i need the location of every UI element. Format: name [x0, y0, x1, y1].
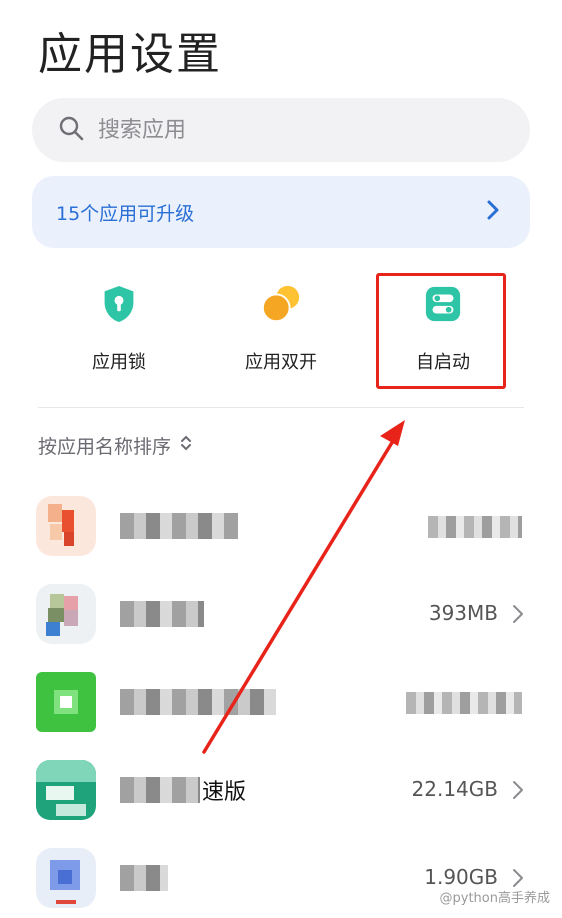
app-name: [120, 601, 204, 627]
app-size: 22.14GB: [411, 777, 498, 801]
watermark: @python高手养成: [439, 891, 550, 906]
app-list-item[interactable]: 393MB: [0, 574, 562, 654]
search-icon: [58, 115, 84, 145]
app-size: 393MB: [428, 601, 498, 625]
shortcut-auto-start[interactable]: 自启动: [378, 282, 508, 374]
upgrade-banner[interactable]: 15个应用可升级: [32, 176, 530, 248]
shield-lock-icon: [97, 282, 141, 326]
sort-updown-icon: [171, 434, 193, 457]
app-icon: [36, 848, 96, 908]
search-input[interactable]: [96, 116, 480, 144]
app-list-item[interactable]: [0, 486, 562, 566]
chevron-right-icon: [512, 604, 524, 628]
app-name: [120, 689, 276, 715]
app-icon: [36, 584, 96, 644]
shortcut-app-lock[interactable]: 应用锁: [54, 282, 184, 374]
app-name: [120, 513, 238, 539]
shortcut-label: 应用锁: [92, 352, 146, 373]
app-icon: [36, 496, 96, 556]
app-name: [120, 777, 200, 803]
app-list-item[interactable]: 速版 22.14GB: [0, 750, 562, 830]
sort-label: 按应用名称排序: [38, 436, 172, 458]
chevron-right-icon: [486, 199, 500, 225]
shortcut-label: 自启动: [416, 352, 470, 373]
sort-toggle[interactable]: 按应用名称排序: [38, 432, 193, 459]
shortcut-dual-apps[interactable]: 应用双开: [216, 282, 346, 374]
app-name: [120, 865, 168, 891]
app-size: [406, 692, 522, 714]
search-bar[interactable]: [32, 98, 530, 162]
app-size: 1.90GB: [424, 865, 498, 889]
toggle-switch-icon: [421, 282, 465, 326]
app-list-item[interactable]: [0, 662, 562, 742]
app-size: [428, 516, 522, 538]
app-name-visible: 速版: [202, 780, 247, 805]
app-icon: [36, 672, 96, 732]
app-icon: [36, 760, 96, 820]
page-title: 应用设置: [38, 29, 222, 80]
chevron-right-icon: [512, 780, 524, 804]
divider: [38, 407, 524, 408]
upgrade-banner-text: 15个应用可升级: [56, 202, 195, 225]
app-list-item[interactable]: 1.90GB: [0, 838, 562, 918]
shortcut-label: 应用双开: [245, 352, 317, 373]
dual-circles-icon: [259, 282, 303, 326]
